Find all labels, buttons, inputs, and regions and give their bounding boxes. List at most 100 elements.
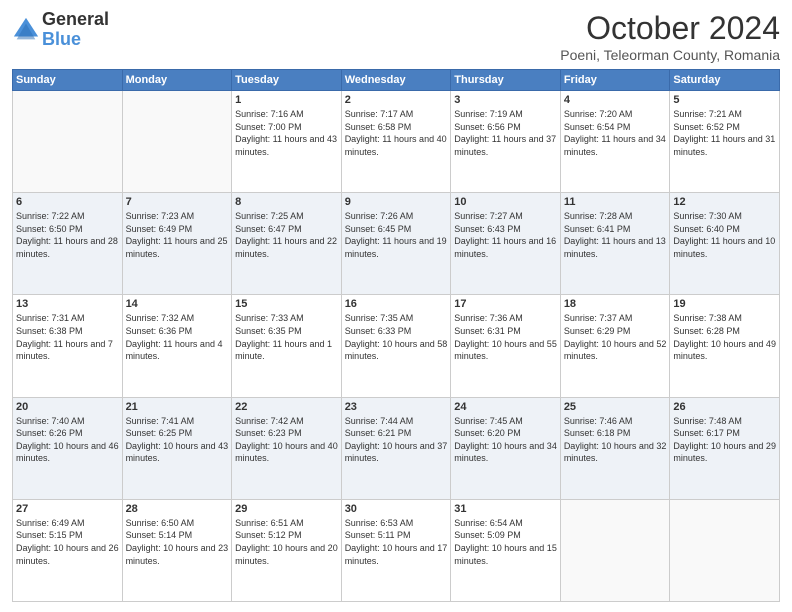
table-row: 9 Sunrise: 7:26 AM Sunset: 6:45 PM Daylig… <box>341 193 451 295</box>
day-number: 28 <box>126 503 229 515</box>
day-number: 5 <box>673 94 776 106</box>
table-row: 3 Sunrise: 7:19 AM Sunset: 6:56 PM Daylig… <box>451 91 561 193</box>
table-row: 28 Sunrise: 6:50 AM Sunset: 5:14 PM Dayli… <box>122 499 232 601</box>
table-row <box>560 499 670 601</box>
day-info: Sunrise: 7:27 AM Sunset: 6:43 PM Dayligh… <box>454 210 557 260</box>
day-info: Sunrise: 6:54 AM Sunset: 5:09 PM Dayligh… <box>454 517 557 567</box>
day-number: 13 <box>16 298 119 310</box>
day-info: Sunrise: 7:42 AM Sunset: 6:23 PM Dayligh… <box>235 415 338 465</box>
calendar-week-row: 27 Sunrise: 6:49 AM Sunset: 5:15 PM Dayli… <box>13 499 780 601</box>
table-row: 11Sunrise: 7:28 AM Sunset: 6:41 PM Dayli… <box>560 193 670 295</box>
day-info: Sunrise: 7:20 AM Sunset: 6:54 PM Dayligh… <box>564 108 667 158</box>
day-info: Sunrise: 7:35 AM Sunset: 6:33 PM Dayligh… <box>345 312 448 362</box>
table-row: 2Sunrise: 7:17 AM Sunset: 6:58 PM Daylig… <box>341 91 451 193</box>
table-row: 22 Sunrise: 7:42 AM Sunset: 6:23 PM Dayli… <box>232 397 342 499</box>
calendar-week-row: 1 Sunrise: 7:16 AM Sunset: 7:00 PM Daylig… <box>13 91 780 193</box>
location-text: Poeni, Teleorman County, Romania <box>560 47 780 63</box>
day-info: Sunrise: 7:17 AM Sunset: 6:58 PM Dayligh… <box>345 108 448 158</box>
day-number: 21 <box>126 401 229 413</box>
table-row: 8 Sunrise: 7:25 AM Sunset: 6:47 PM Daylig… <box>232 193 342 295</box>
table-row <box>13 91 123 193</box>
day-number: 9 <box>345 196 448 208</box>
calendar-week-row: 20 Sunrise: 7:40 AM Sunset: 6:26 PM Dayli… <box>13 397 780 499</box>
table-row: 5Sunrise: 7:21 AM Sunset: 6:52 PM Daylig… <box>670 91 780 193</box>
day-info: Sunrise: 7:32 AM Sunset: 6:36 PM Dayligh… <box>126 312 229 362</box>
day-number: 20 <box>16 401 119 413</box>
calendar-week-row: 13 Sunrise: 7:31 AM Sunset: 6:38 PM Dayli… <box>13 295 780 397</box>
day-info: Sunrise: 7:16 AM Sunset: 7:00 PM Dayligh… <box>235 108 338 158</box>
table-row: 26Sunrise: 7:48 AM Sunset: 6:17 PM Dayli… <box>670 397 780 499</box>
table-row: 24 Sunrise: 7:45 AM Sunset: 6:20 PM Dayli… <box>451 397 561 499</box>
day-info: Sunrise: 7:26 AM Sunset: 6:45 PM Dayligh… <box>345 210 448 260</box>
day-info: Sunrise: 7:31 AM Sunset: 6:38 PM Dayligh… <box>16 312 119 362</box>
table-row: 30 Sunrise: 6:53 AM Sunset: 5:11 PM Dayli… <box>341 499 451 601</box>
calendar-week-row: 6Sunrise: 7:22 AM Sunset: 6:50 PM Daylig… <box>13 193 780 295</box>
logo-general-text: General <box>42 10 109 30</box>
day-number: 24 <box>454 401 557 413</box>
day-number: 27 <box>16 503 119 515</box>
col-sunday: Sunday <box>13 70 123 91</box>
day-number: 25 <box>564 401 667 413</box>
day-info: Sunrise: 6:50 AM Sunset: 5:14 PM Dayligh… <box>126 517 229 567</box>
logo: General Blue <box>12 10 109 50</box>
day-number: 17 <box>454 298 557 310</box>
table-row: 31 Sunrise: 6:54 AM Sunset: 5:09 PM Dayli… <box>451 499 561 601</box>
day-number: 16 <box>345 298 448 310</box>
day-number: 8 <box>235 196 338 208</box>
day-info: Sunrise: 7:36 AM Sunset: 6:31 PM Dayligh… <box>454 312 557 362</box>
table-row: 18 Sunrise: 7:37 AM Sunset: 6:29 PM Dayli… <box>560 295 670 397</box>
day-info: Sunrise: 7:37 AM Sunset: 6:29 PM Dayligh… <box>564 312 667 362</box>
day-number: 22 <box>235 401 338 413</box>
day-info: Sunrise: 6:49 AM Sunset: 5:15 PM Dayligh… <box>16 517 119 567</box>
col-friday: Friday <box>560 70 670 91</box>
day-number: 14 <box>126 298 229 310</box>
table-row: 12Sunrise: 7:30 AM Sunset: 6:40 PM Dayli… <box>670 193 780 295</box>
day-info: Sunrise: 7:19 AM Sunset: 6:56 PM Dayligh… <box>454 108 557 158</box>
table-row: 13 Sunrise: 7:31 AM Sunset: 6:38 PM Dayli… <box>13 295 123 397</box>
col-monday: Monday <box>122 70 232 91</box>
table-row: 16 Sunrise: 7:35 AM Sunset: 6:33 PM Dayli… <box>341 295 451 397</box>
day-number: 18 <box>564 298 667 310</box>
day-info: Sunrise: 7:41 AM Sunset: 6:25 PM Dayligh… <box>126 415 229 465</box>
logo-blue-text: Blue <box>42 30 109 50</box>
day-number: 7 <box>126 196 229 208</box>
col-tuesday: Tuesday <box>232 70 342 91</box>
table-row: 21 Sunrise: 7:41 AM Sunset: 6:25 PM Dayli… <box>122 397 232 499</box>
day-number: 3 <box>454 94 557 106</box>
day-info: Sunrise: 7:23 AM Sunset: 6:49 PM Dayligh… <box>126 210 229 260</box>
day-number: 15 <box>235 298 338 310</box>
day-number: 10 <box>454 196 557 208</box>
day-info: Sunrise: 7:44 AM Sunset: 6:21 PM Dayligh… <box>345 415 448 465</box>
day-number: 23 <box>345 401 448 413</box>
table-row: 27 Sunrise: 6:49 AM Sunset: 5:15 PM Dayli… <box>13 499 123 601</box>
day-number: 31 <box>454 503 557 515</box>
day-info: Sunrise: 7:28 AM Sunset: 6:41 PM Dayligh… <box>564 210 667 260</box>
table-row: 19 Sunrise: 7:38 AM Sunset: 6:28 PM Dayli… <box>670 295 780 397</box>
day-info: Sunrise: 7:38 AM Sunset: 6:28 PM Dayligh… <box>673 312 776 362</box>
day-number: 19 <box>673 298 776 310</box>
day-info: Sunrise: 7:46 AM Sunset: 6:18 PM Dayligh… <box>564 415 667 465</box>
day-info: Sunrise: 7:25 AM Sunset: 6:47 PM Dayligh… <box>235 210 338 260</box>
day-number: 30 <box>345 503 448 515</box>
day-info: Sunrise: 7:33 AM Sunset: 6:35 PM Dayligh… <box>235 312 338 362</box>
col-saturday: Saturday <box>670 70 780 91</box>
logo-icon <box>12 16 40 44</box>
day-info: Sunrise: 7:45 AM Sunset: 6:20 PM Dayligh… <box>454 415 557 465</box>
day-number: 1 <box>235 94 338 106</box>
calendar-table: Sunday Monday Tuesday Wednesday Thursday… <box>12 69 780 602</box>
table-row: 20 Sunrise: 7:40 AM Sunset: 6:26 PM Dayli… <box>13 397 123 499</box>
table-row <box>670 499 780 601</box>
month-title: October 2024 <box>560 10 780 47</box>
day-number: 6 <box>16 196 119 208</box>
calendar-header-row: Sunday Monday Tuesday Wednesday Thursday… <box>13 70 780 91</box>
day-info: Sunrise: 7:40 AM Sunset: 6:26 PM Dayligh… <box>16 415 119 465</box>
table-row: 23 Sunrise: 7:44 AM Sunset: 6:21 PM Dayli… <box>341 397 451 499</box>
table-row: 25 Sunrise: 7:46 AM Sunset: 6:18 PM Dayli… <box>560 397 670 499</box>
day-info: Sunrise: 6:53 AM Sunset: 5:11 PM Dayligh… <box>345 517 448 567</box>
table-row: 15 Sunrise: 7:33 AM Sunset: 6:35 PM Dayli… <box>232 295 342 397</box>
title-area: October 2024 Poeni, Teleorman County, Ro… <box>560 10 780 63</box>
table-row: 29Sunrise: 6:51 AM Sunset: 5:12 PM Dayli… <box>232 499 342 601</box>
day-info: Sunrise: 7:48 AM Sunset: 6:17 PM Dayligh… <box>673 415 776 465</box>
table-row: 4Sunrise: 7:20 AM Sunset: 6:54 PM Daylig… <box>560 91 670 193</box>
day-info: Sunrise: 7:30 AM Sunset: 6:40 PM Dayligh… <box>673 210 776 260</box>
